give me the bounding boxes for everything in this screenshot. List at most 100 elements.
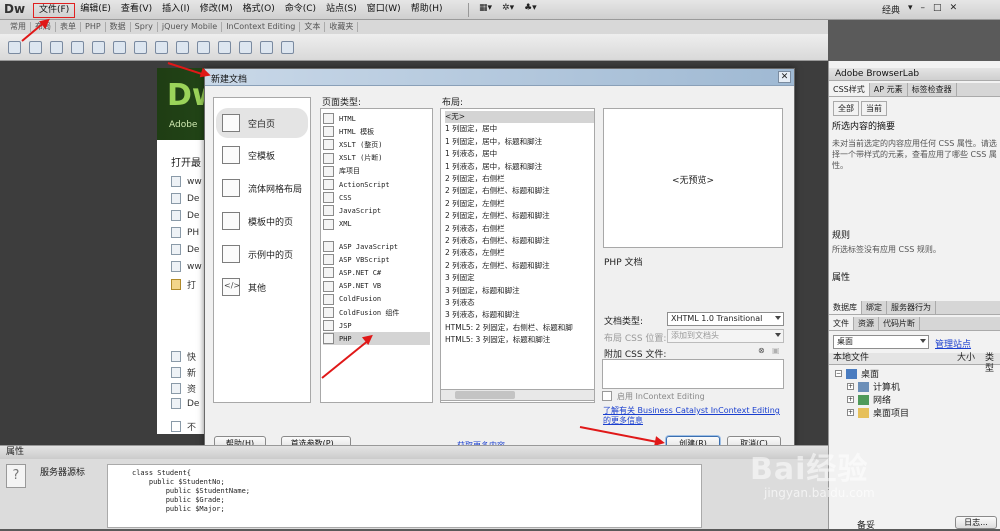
- page-type-item[interactable]: ASP JavaScript: [323, 240, 430, 253]
- tab-ap-elements[interactable]: AP 元素: [870, 83, 908, 96]
- layout-item[interactable]: 2 列液态，右侧栏: [445, 223, 594, 235]
- page-type-item[interactable]: PHP: [323, 332, 430, 346]
- recent-file[interactable]: PH: [171, 227, 199, 238]
- page-type-item[interactable]: XSLT (片断): [323, 152, 430, 165]
- template-icon[interactable]: [260, 40, 273, 54]
- subtab-all[interactable]: 全部: [833, 101, 859, 116]
- properties-header[interactable]: 属性: [0, 446, 828, 459]
- tab-tag-inspector[interactable]: 标签检查器: [908, 83, 957, 96]
- layout-item[interactable]: 1 列固定，居中: [445, 123, 594, 135]
- category-fluid-grid[interactable]: 流体网格布局: [216, 173, 308, 203]
- doctype-select[interactable]: XHTML 1.0 Transitional: [667, 312, 784, 326]
- quick-start[interactable]: 快: [171, 350, 196, 363]
- comment-icon[interactable]: [197, 40, 210, 54]
- code-preview[interactable]: class Student{ public $StudentNo; public…: [107, 464, 702, 528]
- image-icon[interactable]: [113, 40, 126, 54]
- head-icon[interactable]: [218, 40, 231, 54]
- layout-item[interactable]: 1 列液态，居中，标题和脚注: [445, 161, 594, 173]
- layout-item[interactable]: 1 列液态，居中: [445, 148, 594, 160]
- layout-item[interactable]: 3 列固定: [445, 272, 594, 284]
- insert-tab-text[interactable]: 文本: [300, 22, 326, 32]
- recent-file[interactable]: De: [171, 210, 199, 221]
- layout-item[interactable]: 2 列固定，左侧栏、标题和脚注: [445, 210, 594, 222]
- browserlab-panel[interactable]: Adobe BrowserLab: [829, 68, 1000, 81]
- menu-site[interactable]: 站点(S): [321, 3, 362, 18]
- date-icon[interactable]: [155, 40, 168, 54]
- expand-icon[interactable]: +: [847, 409, 854, 416]
- help-icon[interactable]: ?: [6, 464, 26, 488]
- business-catalyst-link[interactable]: 了解有关 Business Catalyst InContext Editing…: [603, 406, 781, 426]
- layout-item[interactable]: 2 列液态，左侧栏: [445, 247, 594, 259]
- insert-tab-data[interactable]: 数据: [106, 22, 131, 32]
- recent-file[interactable]: De: [171, 244, 199, 255]
- script-icon[interactable]: [239, 40, 252, 54]
- insert-tab-incontext[interactable]: InContext Editing: [222, 22, 301, 32]
- tab-files[interactable]: 文件: [829, 317, 854, 330]
- expand-icon[interactable]: +: [847, 383, 854, 390]
- layout-icon[interactable]: ▦▾: [479, 3, 492, 17]
- page-type-item[interactable]: ASP VBScript: [323, 253, 430, 266]
- expand-icon[interactable]: +: [847, 396, 854, 403]
- tree-computer[interactable]: + 计算机: [847, 380, 900, 393]
- layout-item[interactable]: 2 列液态，右侧栏、标题和脚注: [445, 235, 594, 247]
- layout-item[interactable]: 2 列固定，右侧栏、标题和脚注: [445, 185, 594, 197]
- tab-assets[interactable]: 资源: [854, 317, 879, 330]
- layout-item[interactable]: 3 列液态，标题和脚注: [445, 309, 594, 321]
- layout-item[interactable]: HTML5: 3 列固定，标题和脚注: [445, 334, 594, 346]
- page-type-item[interactable]: JSP: [323, 319, 430, 332]
- category-page-from-sample[interactable]: 示例中的页: [216, 239, 308, 269]
- page-type-item[interactable]: HTML: [323, 112, 430, 125]
- layout-item[interactable]: 2 列固定，右侧栏: [445, 173, 594, 185]
- collapse-icon[interactable]: −: [835, 370, 842, 377]
- checkbox[interactable]: [171, 421, 181, 432]
- hyperlink-icon[interactable]: [8, 40, 21, 54]
- col-local-files[interactable]: 本地文件: [833, 353, 869, 364]
- category-blank-template[interactable]: 空模板: [216, 140, 308, 170]
- layout-item[interactable]: 3 列固定，标题和脚注: [445, 285, 594, 297]
- menu-commands[interactable]: 命令(C): [280, 3, 321, 18]
- anchor-icon[interactable]: [50, 40, 63, 54]
- recent-file[interactable]: ww: [171, 261, 202, 272]
- workspace-switcher[interactable]: 经典: [882, 3, 900, 16]
- open-file[interactable]: 打: [171, 278, 196, 291]
- menu-help[interactable]: 帮助(H): [406, 3, 448, 18]
- tab-server-behaviors[interactable]: 服务器行为: [887, 301, 936, 314]
- layout-scrollbar[interactable]: [440, 389, 595, 401]
- tab-bindings[interactable]: 绑定: [862, 301, 887, 314]
- category-blank-page[interactable]: 空白页: [216, 108, 308, 138]
- menu-modify[interactable]: 修改(M): [195, 3, 238, 18]
- menu-file[interactable]: 文件(F): [33, 3, 76, 18]
- page-type-item[interactable]: 库项目: [323, 165, 430, 178]
- trash-icon[interactable]: ▣: [772, 346, 780, 355]
- category-other[interactable]: 其他: [216, 272, 308, 302]
- incontext-checkbox[interactable]: [602, 391, 612, 401]
- chevron-down-icon[interactable]: ▾: [908, 3, 913, 16]
- div-icon[interactable]: [92, 40, 105, 54]
- page-type-item[interactable]: CSS: [323, 191, 430, 204]
- page-type-item[interactable]: ActionScript: [323, 178, 430, 191]
- gear-icon[interactable]: ✲▾: [502, 3, 514, 17]
- recent-file[interactable]: ww: [171, 176, 202, 187]
- page-type-item[interactable]: ASP.NET C#: [323, 266, 430, 279]
- table-icon[interactable]: [71, 40, 84, 54]
- insert-tab-spry[interactable]: Spry: [131, 22, 158, 32]
- css-location-select[interactable]: 添加到文档头: [667, 329, 784, 343]
- server-include-icon[interactable]: [176, 40, 189, 54]
- insert-tab-php[interactable]: PHP: [81, 22, 106, 32]
- page-type-item[interactable]: JavaScript: [323, 204, 430, 217]
- close-button[interactable]: ✕: [950, 3, 958, 16]
- page-type-item[interactable]: XML: [323, 218, 430, 231]
- recent-file[interactable]: De: [171, 193, 199, 204]
- menu-format[interactable]: 格式(O): [238, 3, 280, 18]
- tree-desktop-items[interactable]: + 桌面项目: [847, 406, 909, 419]
- new-feature[interactable]: 新: [171, 366, 196, 379]
- subtab-current[interactable]: 当前: [861, 101, 887, 116]
- dont-show-again[interactable]: 不: [171, 420, 196, 433]
- tree-network[interactable]: + 网络: [847, 393, 891, 406]
- col-type[interactable]: 类型: [985, 353, 1000, 375]
- tab-snippets[interactable]: 代码片断: [879, 317, 920, 330]
- page-type-item[interactable]: ColdFusion: [323, 293, 430, 306]
- layout-item[interactable]: HTML5: 2 列固定，右侧栏、标题和脚: [445, 322, 594, 334]
- resources[interactable]: 资: [171, 382, 196, 395]
- log-button[interactable]: 日志...: [955, 516, 997, 529]
